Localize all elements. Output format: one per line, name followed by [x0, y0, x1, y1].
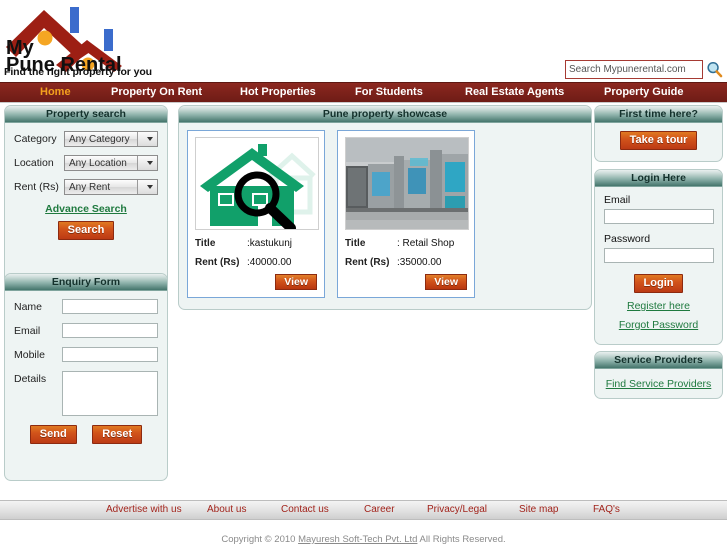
- footer-link-career[interactable]: Career: [364, 504, 395, 515]
- card-title-value: : Retail Shop: [397, 238, 455, 249]
- copyright-company-link[interactable]: Mayuresh Soft-Tech Pvt. Ltd: [298, 534, 417, 545]
- site-footer: Advertise with us About us Contact us Ca…: [0, 500, 727, 545]
- category-select[interactable]: Any Category: [64, 131, 158, 147]
- nav-item-property-guide[interactable]: Property Guide: [604, 86, 683, 98]
- send-button[interactable]: Send: [29, 425, 77, 444]
- login-button[interactable]: Login: [633, 274, 684, 293]
- forgot-password-link[interactable]: Forgot Password: [604, 319, 713, 331]
- nav-item-hot-properties[interactable]: Hot Properties: [240, 86, 316, 98]
- chevron-down-icon[interactable]: [137, 132, 157, 146]
- card-rent-value: :35000.00: [397, 257, 442, 268]
- search-button[interactable]: Search: [57, 221, 115, 240]
- first-time-panel: First time here? Take a tour: [594, 105, 723, 162]
- chevron-down-icon[interactable]: [137, 180, 157, 194]
- view-button[interactable]: View: [425, 274, 467, 290]
- login-email-input[interactable]: [604, 209, 714, 224]
- enquiry-email-row: Email: [14, 323, 158, 338]
- chevron-down-icon[interactable]: [137, 156, 157, 170]
- card-title-row: Title : Retail Shop: [345, 238, 467, 249]
- rent-label: Rent (Rs): [14, 181, 59, 193]
- property-card[interactable]: Title : Retail Shop Rent (Rs) :35000.00 …: [337, 130, 475, 298]
- footer-link-contact-us[interactable]: Contact us: [281, 504, 329, 515]
- location-row: Location Any Location: [14, 155, 158, 171]
- copyright-suffix: All Rights Reserved.: [417, 534, 506, 545]
- enquiry-mobile-label: Mobile: [14, 349, 45, 361]
- footer-link-faqs[interactable]: FAQ's: [593, 504, 620, 515]
- category-row: Category Any Category: [14, 131, 158, 147]
- login-email-label: Email: [604, 194, 631, 206]
- property-card[interactable]: Title :kastukunj Rent (Rs) :40000.00 Vie…: [187, 130, 325, 298]
- take-a-tour-button[interactable]: Take a tour: [619, 131, 698, 150]
- enquiry-mobile-input[interactable]: [62, 347, 158, 362]
- card-rent-row: Rent (Rs) :40000.00: [195, 257, 317, 268]
- location-value: Any Location: [69, 157, 127, 169]
- main-navigation: Home Property On Rent Hot Properties For…: [0, 82, 727, 103]
- rent-row: Rent (Rs) Any Rent: [14, 179, 158, 195]
- search-input[interactable]: [565, 60, 703, 79]
- card-rent-label: Rent (Rs): [195, 257, 240, 268]
- first-time-title: First time here?: [595, 106, 722, 123]
- find-service-providers-link[interactable]: Find Service Providers: [599, 378, 718, 390]
- enquiry-form-title: Enquiry Form: [5, 274, 167, 291]
- enquiry-form-panel: Enquiry Form Name Email Mobile Details S…: [4, 273, 168, 481]
- showcase-title: Pune property showcase: [179, 106, 591, 123]
- header-search: [565, 60, 723, 79]
- login-panel: Login Here Email Password Login Register…: [594, 169, 723, 345]
- service-providers-panel: Service Providers Find Service Providers: [594, 351, 723, 399]
- view-button[interactable]: View: [275, 274, 317, 290]
- card-title-row: Title :kastukunj: [195, 238, 317, 249]
- footer-links-bar: Advertise with us About us Contact us Ca…: [0, 500, 727, 520]
- house-magnifier-icon: [195, 137, 319, 230]
- search-icon[interactable]: [706, 61, 723, 78]
- card-rent-value: :40000.00: [247, 257, 292, 268]
- property-showcase-panel: Pune property showcase Title:kastukunj …: [178, 105, 592, 310]
- property-search-title: Property search: [5, 106, 167, 123]
- enquiry-name-label: Name: [14, 301, 43, 313]
- property-search-panel: Property search Category Any Category Lo…: [4, 105, 168, 285]
- location-select[interactable]: Any Location: [64, 155, 158, 171]
- footer-link-about-us[interactable]: About us: [207, 504, 246, 515]
- copyright-prefix: Copyright © 2010: [221, 534, 299, 545]
- site-header: My Pune Rental Find the right property f…: [0, 0, 727, 82]
- nav-item-property-on-rent[interactable]: Property On Rent: [111, 86, 202, 98]
- enquiry-details-textarea[interactable]: [62, 371, 158, 416]
- advance-search-link[interactable]: Advance Search: [14, 203, 158, 215]
- category-value: Any Category: [69, 133, 130, 145]
- footer-link-site-map[interactable]: Site map: [519, 504, 558, 515]
- location-label: Location: [14, 157, 54, 169]
- nav-item-for-students[interactable]: For Students: [355, 86, 423, 98]
- rent-value: Any Rent: [69, 181, 111, 193]
- login-password-label: Password: [604, 233, 651, 245]
- reset-button[interactable]: Reset: [92, 425, 143, 444]
- copyright-text: Copyright © 2010 Mayuresh Soft-Tech Pvt.…: [0, 520, 727, 545]
- enquiry-details-label: Details: [14, 373, 47, 385]
- register-here-link[interactable]: Register here: [604, 300, 713, 312]
- site-tagline: Find the right property for you: [4, 66, 152, 78]
- enquiry-email-label: Email: [14, 325, 41, 337]
- service-providers-title: Service Providers: [595, 352, 722, 369]
- category-label: Category: [14, 133, 57, 145]
- retail-building-photo: [345, 137, 469, 230]
- enquiry-name-input[interactable]: [62, 299, 158, 314]
- rent-select[interactable]: Any Rent: [64, 179, 158, 195]
- login-password-input[interactable]: [604, 248, 714, 263]
- card-title-label: Title: [345, 238, 366, 249]
- page-content: Property search Category Any Category Lo…: [0, 103, 727, 493]
- footer-link-advertise-with-us[interactable]: Advertise with us: [106, 504, 182, 515]
- nav-item-home[interactable]: Home: [40, 86, 71, 98]
- enquiry-details-row: Details: [14, 371, 158, 416]
- enquiry-name-row: Name: [14, 299, 158, 314]
- login-title: Login Here: [595, 170, 722, 187]
- card-rent-row: Rent (Rs) :35000.00: [345, 257, 467, 268]
- card-title-value: :kastukunj: [247, 238, 293, 249]
- enquiry-mobile-row: Mobile: [14, 347, 158, 362]
- enquiry-email-input[interactable]: [62, 323, 158, 338]
- card-rent-label: Rent (Rs): [345, 257, 390, 268]
- nav-item-real-estate-agents[interactable]: Real Estate Agents: [465, 86, 564, 98]
- footer-link-privacy-legal[interactable]: Privacy/Legal: [427, 504, 487, 515]
- card-title-label: Title: [195, 238, 216, 249]
